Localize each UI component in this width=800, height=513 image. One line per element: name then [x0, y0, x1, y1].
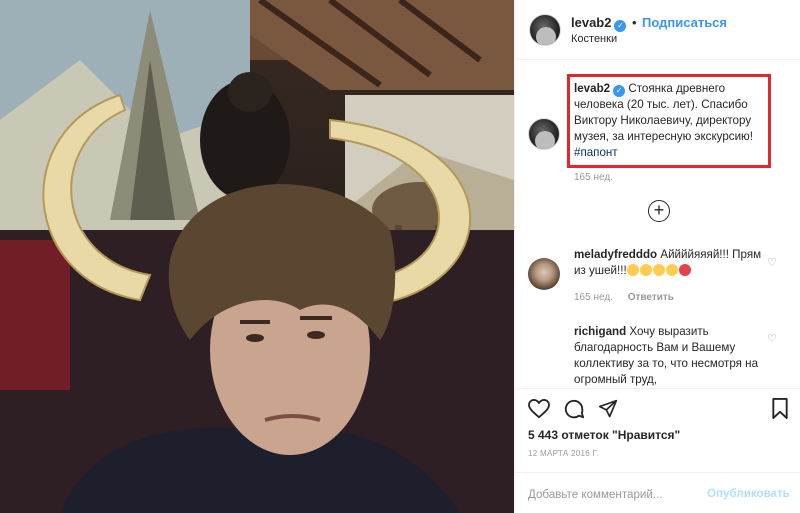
comment-meta: 165 нед. Ответить: [574, 292, 674, 303]
author-avatar[interactable]: [529, 14, 561, 46]
post-side-panel: levab2 ✓ • Подписаться Костенки levab2 ✓ С…: [514, 0, 800, 513]
astonished-emoji-icon: [626, 264, 639, 276]
grinning-emoji-icon: [652, 264, 665, 276]
bookmark-icon[interactable]: [771, 398, 789, 419]
comment-input[interactable]: [528, 486, 708, 502]
caption-verified-badge-icon: ✓: [613, 85, 626, 97]
caption: levab2 ✓ Стоянка древнего человека (20 ты…: [574, 81, 770, 161]
post-photo[interactable]: [0, 0, 514, 513]
comment-item: meladyfredddo Аййййяяяй!!! Прям из ушей!…: [574, 247, 774, 279]
action-bar: [515, 388, 800, 430]
caption-author-avatar[interactable]: [528, 118, 560, 150]
plus-circle-icon[interactable]: +: [648, 200, 670, 222]
speech-bubble-icon[interactable]: [563, 398, 585, 420]
publish-button[interactable]: Опубликовать: [707, 487, 790, 500]
post-header: levab2 ✓ • Подписаться Костенки: [515, 0, 800, 60]
comment-username[interactable]: meladyfredddo: [574, 248, 657, 261]
header-separator: •: [632, 15, 637, 30]
photo-illustration: [0, 0, 514, 513]
add-comment-bar: Опубликовать: [515, 472, 800, 513]
comment-like-heart-icon[interactable]: ♡: [767, 332, 777, 345]
comment-item: richigand Хочу выразить благодарность Ва…: [574, 324, 774, 388]
likes-count[interactable]: 5 443 отметок "Нравится": [528, 428, 680, 442]
heart-icon[interactable]: [528, 399, 550, 419]
devil-emoji-icon: [678, 264, 691, 276]
follow-button[interactable]: Подписаться: [642, 15, 727, 30]
comment-like-heart-icon[interactable]: ♡: [767, 256, 777, 269]
grinning-emoji-icon: [665, 264, 678, 276]
commenter-avatar[interactable]: [528, 258, 560, 290]
caption-timestamp[interactable]: 165 нед.: [574, 172, 613, 183]
location-link[interactable]: Костенки: [571, 33, 617, 45]
comment-timestamp[interactable]: 165 нед.: [574, 292, 613, 303]
caption-username[interactable]: levab2: [574, 82, 610, 95]
paper-plane-icon[interactable]: [598, 399, 618, 419]
comment-username[interactable]: richigand: [574, 325, 626, 338]
caption-hashtag[interactable]: #папонт: [574, 146, 618, 159]
author-username[interactable]: levab2 ✓: [571, 15, 627, 32]
verified-badge-icon: ✓: [614, 20, 627, 32]
author-username-text[interactable]: levab2: [571, 15, 611, 30]
post-date[interactable]: 12 МАРТА 2016 Г.: [528, 449, 599, 458]
grinning-emoji-icon: [639, 264, 652, 276]
reply-button[interactable]: Ответить: [628, 292, 674, 303]
